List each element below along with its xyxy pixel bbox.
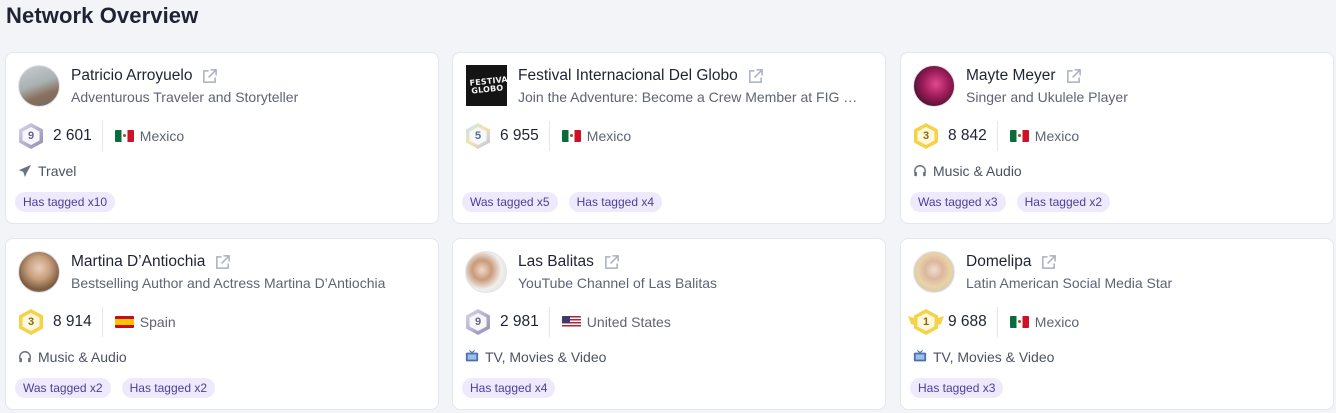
- external-link-icon[interactable]: [214, 254, 231, 271]
- headphones-icon: [17, 350, 33, 364]
- external-link-icon[interactable]: [747, 68, 764, 85]
- tag-chip[interactable]: Has tagged x4: [462, 378, 556, 398]
- category: Travel: [17, 163, 76, 179]
- tag-chip[interactable]: Has tagged x2: [1016, 192, 1110, 212]
- profile-subtitle: Latin American Social Media Star: [966, 275, 1173, 291]
- profile-subtitle: YouTube Channel of Las Balitas: [518, 275, 717, 291]
- external-link-icon[interactable]: [1040, 254, 1057, 271]
- profile-card[interactable]: Domelipa Latin American Social Media Sta…: [900, 238, 1334, 410]
- mexico-flag-icon: [114, 130, 134, 142]
- external-link-icon[interactable]: [603, 254, 620, 271]
- profile-name[interactable]: Festival Internacional Del Globo: [518, 67, 738, 85]
- avatar[interactable]: [913, 65, 955, 107]
- level-badge: 1: [907, 307, 945, 337]
- avatar[interactable]: [18, 65, 60, 107]
- profile-subtitle: Singer and Ukulele Player: [966, 89, 1128, 105]
- country-label: Mexico: [586, 128, 632, 144]
- external-link-icon[interactable]: [201, 68, 218, 85]
- spain-flag-icon: [114, 316, 134, 328]
- profile-name[interactable]: Las Balitas: [518, 253, 594, 271]
- tv-icon: [464, 350, 480, 364]
- divider: [996, 307, 998, 337]
- tv-icon: [912, 350, 928, 364]
- profile-card[interactable]: Las Balitas YouTube Channel of Las Balit…: [452, 238, 886, 410]
- avatar[interactable]: [18, 251, 60, 293]
- category: Music & Audio: [912, 163, 1022, 179]
- divider: [101, 121, 103, 151]
- level-badge: 9: [16, 121, 46, 151]
- headphones-icon: [912, 164, 928, 178]
- follower-count: 9 688: [948, 313, 987, 330]
- follower-count: 8 842: [948, 127, 987, 144]
- country-label: United States: [586, 314, 671, 330]
- tag-chip[interactable]: Has tagged x3: [910, 378, 1004, 398]
- profile-card[interactable]: FESTIVAL GLOBO Festival Internacional De…: [452, 52, 886, 224]
- profile-name[interactable]: Domelipa: [966, 253, 1031, 271]
- divider: [548, 307, 550, 337]
- country-label: Mexico: [1034, 128, 1080, 144]
- category: TV, Movies & Video: [912, 349, 1054, 365]
- tag-chip[interactable]: Has tagged x2: [121, 378, 215, 398]
- external-link-icon[interactable]: [1065, 68, 1082, 85]
- mexico-flag-icon: [1009, 130, 1029, 142]
- profile-name[interactable]: Mayte Meyer: [966, 67, 1056, 85]
- follower-count: 2 601: [53, 127, 92, 144]
- profile-subtitle: Adventurous Traveler and Storyteller: [71, 89, 299, 105]
- mexico-flag-icon: [1009, 316, 1029, 328]
- country-label: Mexico: [139, 128, 185, 144]
- tag-chip[interactable]: Was tagged x2: [15, 378, 111, 398]
- follower-count: 8 914: [53, 313, 92, 330]
- united-states-flag-icon: [561, 316, 581, 328]
- level-badge: 9: [463, 307, 493, 337]
- level-badge: 3: [911, 121, 941, 151]
- mexico-flag-icon: [561, 130, 581, 142]
- profile-card[interactable]: Martina D’Antiochia Bestselling Author a…: [5, 238, 439, 410]
- category: Music & Audio: [17, 349, 127, 365]
- profile-card[interactable]: Patricio Arroyuelo Adventurous Traveler …: [5, 52, 439, 224]
- level-badge: 3: [16, 307, 46, 337]
- category: TV, Movies & Video: [464, 349, 606, 365]
- profile-subtitle: Bestselling Author and Actress Martina D…: [71, 275, 386, 291]
- divider: [101, 307, 103, 337]
- tag-chip[interactable]: Was tagged x5: [462, 192, 558, 212]
- follower-count: 2 981: [500, 313, 539, 330]
- country-label: Spain: [139, 314, 176, 330]
- profile-subtitle: Join the Adventure: Become a Crew Member…: [518, 89, 858, 105]
- page-title: Network Overview: [6, 3, 199, 28]
- avatar[interactable]: [465, 251, 507, 293]
- follower-count: 6 955: [500, 127, 539, 144]
- profile-card[interactable]: Mayte Meyer Singer and Ukulele Player 3 …: [900, 52, 1334, 224]
- avatar[interactable]: FESTIVAL GLOBO: [466, 65, 507, 106]
- tag-chip[interactable]: Has tagged x10: [15, 192, 116, 212]
- profile-name[interactable]: Patricio Arroyuelo: [71, 67, 192, 85]
- country-label: Mexico: [1034, 314, 1080, 330]
- tag-chip[interactable]: Has tagged x4: [568, 192, 662, 212]
- divider: [548, 121, 550, 151]
- tag-chip[interactable]: Was tagged x3: [910, 192, 1006, 212]
- profile-name[interactable]: Martina D’Antiochia: [71, 253, 205, 271]
- level-badge: 5: [463, 121, 493, 151]
- avatar[interactable]: [913, 251, 955, 293]
- divider: [996, 121, 998, 151]
- airplane-icon: [17, 164, 33, 178]
